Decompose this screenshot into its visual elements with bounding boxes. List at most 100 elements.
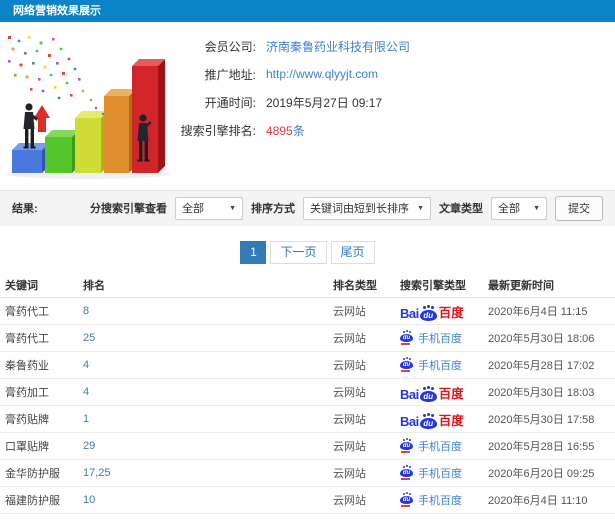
baidu-paw-icon: du xyxy=(400,466,413,477)
rank-link[interactable]: 4 xyxy=(83,359,89,371)
baidu-logo: Baidu 百度 xyxy=(400,383,464,402)
column-header-1: 排名 xyxy=(83,280,105,292)
paw-du-text: du xyxy=(402,362,411,368)
paw-du-text: du xyxy=(402,497,411,503)
paw-toes xyxy=(422,386,426,390)
column-header-3: 搜索引擎类型 xyxy=(400,280,466,292)
table-row: 膏药加工 4 云网站 Bai du 百度 2020年5月30日 18:03 xyxy=(0,379,615,406)
baidu-paw-icon: du xyxy=(400,358,413,369)
chevron-down-icon: ▼ xyxy=(533,204,540,212)
table-row: 膏药代工 8 云网站 Bai du 百度 2020年6月4日 11:15 xyxy=(0,298,615,325)
engine-cell: du 手机百度 xyxy=(400,330,488,346)
baidu-cn-text: 百度 xyxy=(438,305,464,320)
table-row: 口罩贴牌 29 云网站 du 手机百度 2020年5月28日 16:55 xyxy=(0,433,615,460)
paw-toes xyxy=(403,439,405,441)
keyword-cell: 秦鲁药业 xyxy=(5,360,49,372)
updated-cell: 2020年5月30日 17:58 xyxy=(488,414,595,426)
engine-cell: Baidu 百度 xyxy=(400,383,488,402)
result-label: 结果: xyxy=(12,203,38,215)
paw-toes xyxy=(403,331,405,333)
member-info-section: 会员公司: 济南秦鲁药业科技有限公司 推广地址: http://www.qlyy… xyxy=(0,22,615,190)
rank-cell: 29 xyxy=(83,440,333,452)
rank-link[interactable]: 8 xyxy=(83,305,89,317)
page-button-current[interactable]: 1 xyxy=(240,241,267,264)
table-row: 福建防护服 10 云网站 du 手机百度 2020年6月4日 11:10 xyxy=(0,487,615,514)
bar-chart-illustration xyxy=(6,36,170,179)
updated-cell: 2020年5月28日 16:55 xyxy=(488,441,595,453)
keyword-cell: 金华防护服 xyxy=(5,468,60,480)
updated-cell: 2020年5月30日 18:03 xyxy=(488,387,595,399)
mobile-baidu-logo: du 手机百度 xyxy=(400,357,462,373)
red-underline xyxy=(401,505,410,507)
rank-link[interactable]: 17,25 xyxy=(83,467,111,479)
rank-cell: 10 xyxy=(83,494,333,506)
next-page-button[interactable]: 下一页 xyxy=(270,241,327,264)
baidu-cn-text: 百度 xyxy=(438,413,464,428)
rank-type-cell: 云网站 xyxy=(333,468,366,480)
engine-cell: Baidu 百度 xyxy=(400,302,488,321)
engine-filter-label: 分搜索引擎查看 xyxy=(90,203,167,215)
paw-toes xyxy=(403,466,405,468)
article-type-select[interactable]: 全部 ▼ xyxy=(491,196,547,220)
mobile-baidu-logo: du 手机百度 xyxy=(400,492,462,508)
mobile-baidu-icon: du xyxy=(400,358,413,372)
sort-label: 排序方式 xyxy=(251,203,295,215)
updated-cell: 2020年6月4日 11:10 xyxy=(488,495,588,507)
engine-filter-select[interactable]: 全部 ▼ xyxy=(175,196,243,220)
baidu-logo: Baidu 百度 xyxy=(400,302,464,321)
paw-du-text: du xyxy=(402,443,411,449)
rank-link[interactable]: 10 xyxy=(83,494,95,506)
mobile-baidu-logo: du 手机百度 xyxy=(400,438,462,454)
sort-select[interactable]: 关键词由短到长排序 ▼ xyxy=(303,196,431,220)
table-header-row: 关键词 排名 排名类型 搜索引擎类型 最新更新时间 xyxy=(0,273,615,298)
paw-du-text: du xyxy=(423,310,434,320)
keyword-cell: 膏药加工 xyxy=(5,387,49,399)
rank-link[interactable]: 29 xyxy=(83,440,95,452)
rank-cell: 17,25 xyxy=(83,467,333,479)
rank-cell: 4 xyxy=(83,359,333,371)
rank-type-cell: 云网站 xyxy=(333,414,366,426)
rank-link[interactable]: 4 xyxy=(83,386,89,398)
keyword-cell: 膏药代工 xyxy=(5,333,49,345)
filter-controls: 分搜索引擎查看 全部 ▼ 排序方式 关键词由短到长排序 ▼ 文章类型 全部 ▼ … xyxy=(90,195,603,221)
keyword-cell: 口罩贴牌 xyxy=(5,441,49,453)
last-page-button[interactable]: 尾页 xyxy=(330,241,375,264)
filter-bar: 结果: 分搜索引擎查看 全部 ▼ 排序方式 关键词由短到长排序 ▼ 文章类型 全… xyxy=(0,190,615,226)
red-underline xyxy=(401,370,410,372)
paw-toes xyxy=(422,413,426,417)
rank-link[interactable]: 1 xyxy=(83,413,89,425)
engine-cell: du 手机百度 xyxy=(400,438,488,454)
engine-cell: du 手机百度 xyxy=(400,492,488,508)
engine-rank-unit: 条 xyxy=(292,123,305,138)
rank-type-cell: 云网站 xyxy=(333,306,366,318)
table-row: 膏药代工 25 云网站 du 手机百度 2020年5月30日 18:06 xyxy=(0,325,615,352)
red-underline xyxy=(401,343,410,345)
mobile-baidu-icon: du xyxy=(400,466,413,480)
mobile-baidu-icon: du xyxy=(400,439,413,453)
company-row: 会员公司: 济南秦鲁药业科技有限公司 xyxy=(178,32,615,60)
page-title: 网络营销效果展示 xyxy=(0,0,615,22)
promo-url-row: 推广地址: http://www.qlyyjt.com xyxy=(178,60,615,88)
rank-type-cell: 云网站 xyxy=(333,333,366,345)
company-link[interactable]: 济南秦鲁药业科技有限公司 xyxy=(266,38,410,55)
engine-cell: Baidu 百度 xyxy=(400,410,488,429)
rank-type-cell: 云网站 xyxy=(333,387,366,399)
rank-type-cell: 云网站 xyxy=(333,495,366,507)
rank-cell: 25 xyxy=(83,332,333,344)
paw-toes xyxy=(422,305,426,309)
baidu-logo: Baidu 百度 xyxy=(400,410,464,429)
submit-button[interactable]: 提交 xyxy=(555,195,603,221)
baidu-cn-text: 百度 xyxy=(438,386,464,401)
engine-cell: du 手机百度 xyxy=(400,465,488,481)
baidu-paw-icon: du xyxy=(400,331,413,342)
paw-toes xyxy=(403,493,405,495)
paw-du-text: du xyxy=(402,335,411,341)
mobile-baidu-label: 手机百度 xyxy=(418,495,462,507)
rank-type-cell: 云网站 xyxy=(333,360,366,372)
baidu-bai-text: Bai xyxy=(400,386,419,402)
promo-url-link[interactable]: http://www.qlyyjt.com xyxy=(266,67,378,81)
sort-value: 关键词由短到长排序 xyxy=(310,203,409,215)
rank-link[interactable]: 25 xyxy=(83,332,95,344)
paw-du-text: du xyxy=(402,470,411,476)
column-header-2: 排名类型 xyxy=(333,280,377,292)
